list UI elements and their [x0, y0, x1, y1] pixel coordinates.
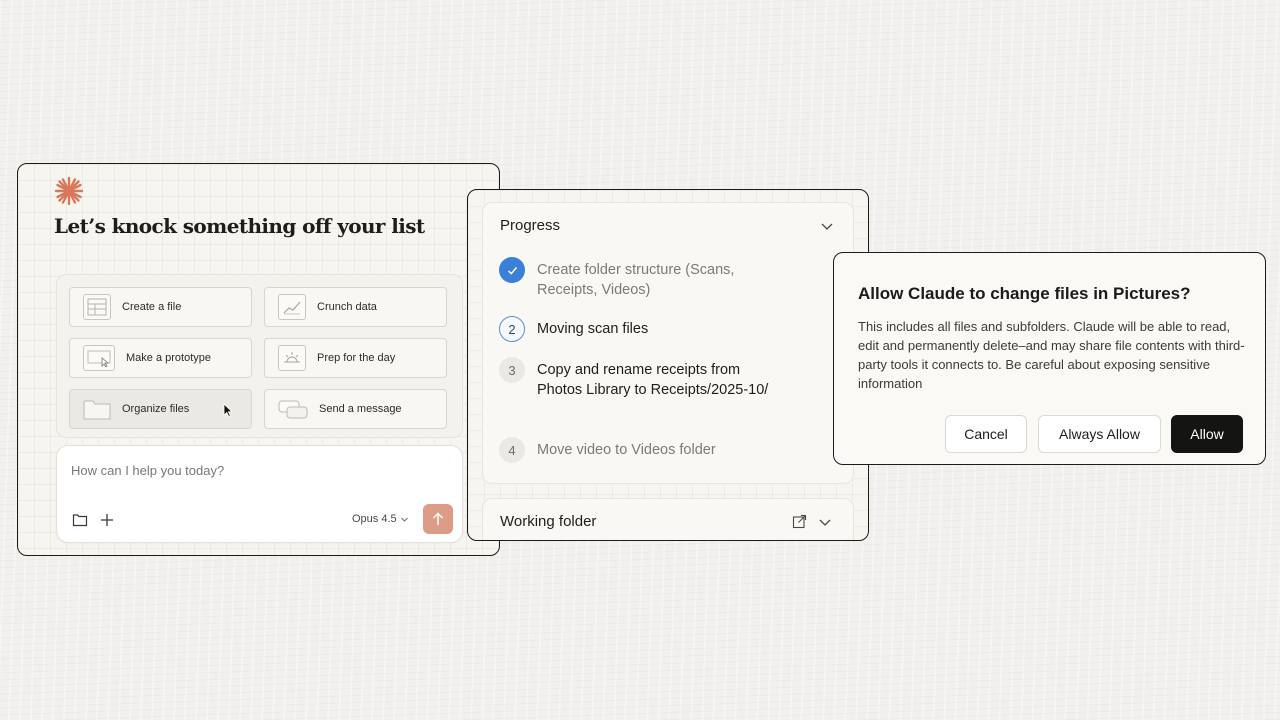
- suggestion-make-prototype[interactable]: Make a prototype: [69, 338, 252, 378]
- folder-attach-icon[interactable]: [72, 512, 88, 528]
- file-icon: [83, 294, 111, 320]
- dialog-body: This includes all files and subfolders. …: [858, 319, 1245, 391]
- step-number: 4: [499, 437, 525, 463]
- message-icon: [278, 397, 308, 421]
- chat-input[interactable]: [69, 462, 433, 479]
- model-selector[interactable]: Opus 4.5: [352, 513, 409, 525]
- step-text: Create folder structure (Scans, Receipts…: [537, 262, 735, 298]
- suggestion-label: Make a prototype: [126, 352, 211, 364]
- suggestion-crunch-data[interactable]: Crunch data: [264, 287, 447, 327]
- progress-step-1: Create folder structure (Scans, Receipts…: [499, 257, 772, 300]
- suggestion-label: Create a file: [122, 301, 182, 313]
- permission-dialog: Allow Claude to change files in Pictures…: [833, 252, 1266, 465]
- working-folder-title: Working folder: [500, 513, 597, 530]
- suggestion-create-file[interactable]: Create a file: [69, 287, 252, 327]
- suggestion-grid: Create a file Crunch data Make a prototy…: [56, 274, 463, 438]
- check-icon: [499, 257, 525, 283]
- chart-icon: [278, 294, 306, 320]
- allow-button[interactable]: Allow: [1171, 415, 1243, 453]
- progress-step-4: 4 Move video to Videos folder: [499, 437, 772, 463]
- chat-composer: Opus 4.5: [56, 445, 463, 543]
- arrow-up-icon: [433, 512, 443, 525]
- external-link-icon[interactable]: [792, 514, 807, 529]
- suggestion-prep-day[interactable]: Prep for the day: [264, 338, 447, 378]
- chevron-down-icon: [400, 517, 408, 522]
- progress-panel: Progress Create folder structure (Scans,…: [467, 189, 869, 541]
- mouse-cursor-icon: [223, 403, 233, 417]
- cancel-button[interactable]: Cancel: [945, 415, 1027, 453]
- progress-title: Progress: [500, 217, 561, 234]
- model-label: Opus 4.5: [352, 513, 397, 525]
- progress-card: Progress Create folder structure (Scans,…: [482, 202, 854, 484]
- working-folder-card[interactable]: Working folder: [482, 498, 854, 540]
- suggestion-label: Organize files: [122, 403, 190, 415]
- suggestion-label: Prep for the day: [317, 352, 396, 364]
- chevron-down-icon[interactable]: [820, 219, 834, 233]
- progress-step-3: 3 Copy and rename receipts from Photos L…: [499, 357, 772, 400]
- send-button[interactable]: [423, 504, 453, 534]
- prototype-icon: [83, 345, 115, 371]
- sunrise-icon: [278, 345, 306, 371]
- suggestion-label: Send a message: [319, 403, 402, 415]
- page-title: Let’s knock something off your list: [54, 214, 425, 238]
- progress-step-2: 2 Moving scan files: [499, 316, 772, 342]
- dialog-title: Allow Claude to change files in Pictures…: [858, 284, 1191, 303]
- step-number: 2: [499, 316, 525, 342]
- folder-icon: [83, 397, 111, 421]
- step-text: Copy and rename receipts from Photos Lib…: [537, 362, 769, 398]
- home-panel: Let’s knock something off your list Crea…: [17, 163, 500, 556]
- claude-spark-icon: [54, 176, 84, 206]
- step-text: Moving scan files: [537, 321, 649, 337]
- plus-icon[interactable]: [99, 512, 115, 528]
- step-text: Move video to Videos folder: [537, 442, 716, 458]
- step-number: 3: [499, 357, 525, 383]
- suggestion-label: Crunch data: [317, 301, 377, 313]
- suggestion-send-message[interactable]: Send a message: [264, 389, 447, 429]
- chevron-down-icon[interactable]: [818, 515, 832, 529]
- always-allow-button[interactable]: Always Allow: [1038, 415, 1161, 453]
